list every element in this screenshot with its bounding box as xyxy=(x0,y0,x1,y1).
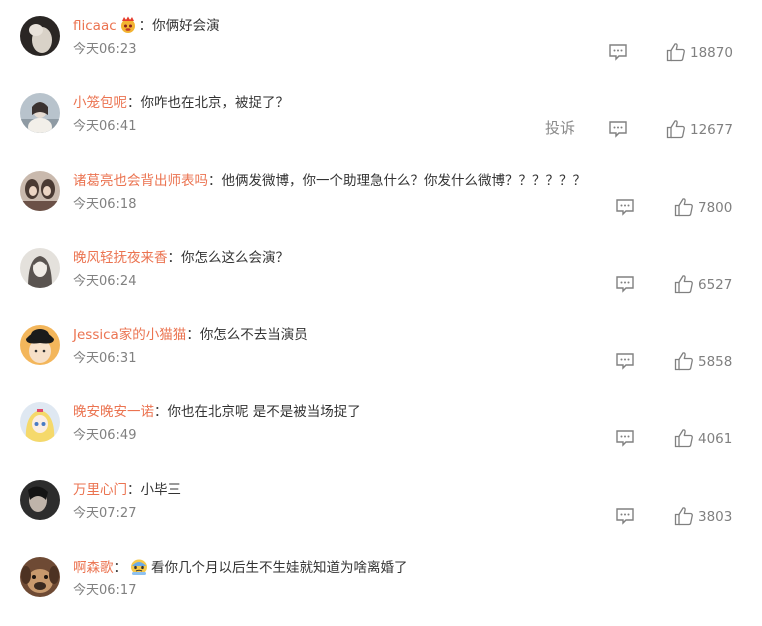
thumbs-up-icon xyxy=(674,351,694,375)
comment-item: 晚风轻抚夜来香：你怎么这么会演？ 今天06:24 6527 xyxy=(0,247,762,317)
separator: ： xyxy=(208,173,222,189)
comment-item: 小笼包呢：你咋也在北京，被捉了？ 今天06:41 投诉 12677 xyxy=(0,92,762,162)
comment-text: 小毕三 xyxy=(140,482,182,498)
like-count: 18870 xyxy=(690,45,733,61)
username-link[interactable]: Jessica家的小猫猫 xyxy=(73,327,186,343)
username-link[interactable]: 诸葛亮也会背出师表吗 xyxy=(73,173,208,189)
separator: ： xyxy=(138,18,153,34)
timestamp: 今天06:31 xyxy=(73,351,137,366)
comment-text: 他俩发微博，你一个助理急什么？你发什么微博？？？？？？ xyxy=(221,173,587,189)
separator: ： xyxy=(167,250,182,266)
comment-text: 你咋也在北京，被捉了？ xyxy=(140,95,290,111)
timestamp: 今天06:49 xyxy=(73,428,137,443)
comment-bubble-icon[interactable] xyxy=(608,120,628,138)
timestamp: 今天06:24 xyxy=(73,274,137,289)
thumbs-up-icon xyxy=(674,197,694,221)
crown-face-emoji-icon xyxy=(119,16,137,41)
username-link[interactable]: 晚安晚安一诺 xyxy=(73,404,154,420)
comment-line: 诸葛亮也会背出师表吗：他俩发微博，你一个助理急什么？你发什么微博？？？？？？ xyxy=(73,170,586,192)
username-link[interactable]: 晚风轻抚夜来香 xyxy=(73,250,168,266)
comment-item: flicaac ：你俩好会演 今天06:23 18870 xyxy=(0,15,762,85)
username-link[interactable]: 小笼包呢 xyxy=(73,95,127,111)
avatar[interactable] xyxy=(20,402,60,442)
comment-item: 晚安晚安一诺：你也在北京呢 是不是被当场捉了 今天06:49 4061 xyxy=(0,401,762,471)
like-count: 6527 xyxy=(698,277,733,293)
like-count: 4061 xyxy=(698,431,733,447)
like-count: 5858 xyxy=(698,354,733,370)
avatar[interactable] xyxy=(20,248,60,288)
timestamp: 今天06:17 xyxy=(73,583,137,598)
comment-line: 万里心门：小毕三 xyxy=(73,479,181,501)
comment-item: 万里心门：小毕三 今天07:27 3803 xyxy=(0,479,762,549)
thumbs-up-icon xyxy=(674,506,694,530)
avatar[interactable] xyxy=(20,557,60,597)
avatar[interactable] xyxy=(20,16,60,56)
avatar[interactable] xyxy=(20,480,60,520)
comment-item: Jessica家的小猫猫：你怎么不去当演员 今天06:31 5858 xyxy=(0,324,762,394)
avatar[interactable] xyxy=(20,93,60,133)
timestamp: 今天06:41 xyxy=(73,119,137,134)
username-link[interactable]: 啊森歌 xyxy=(73,560,114,576)
avatar[interactable] xyxy=(20,325,60,365)
comment-bubble-icon[interactable] xyxy=(615,429,635,447)
comment-item: 诸葛亮也会背出师表吗：他俩发微博，你一个助理急什么？你发什么微博？？？？？？ 今… xyxy=(0,170,762,240)
username-link[interactable]: 万里心门 xyxy=(73,482,127,498)
like-count: 12677 xyxy=(690,122,733,138)
comment-line: 小笼包呢：你咋也在北京，被捉了？ xyxy=(73,92,289,114)
thumbs-up-icon xyxy=(674,428,694,452)
timestamp: 今天06:23 xyxy=(73,42,137,57)
timestamp: 今天06:18 xyxy=(73,197,137,212)
comment-line: 啊森歌： 看你几个月以后生不生娃就知道为啥离婚了 xyxy=(73,556,408,578)
comment-bubble-icon[interactable] xyxy=(615,507,635,525)
sweat-face-emoji-icon xyxy=(129,556,149,583)
avatar[interactable] xyxy=(20,171,60,211)
username-link[interactable]: flicaac xyxy=(73,18,117,34)
thumbs-up-icon xyxy=(674,274,694,298)
comment-line: 晚安晚安一诺：你也在北京呢 是不是被当场捉了 xyxy=(73,401,361,423)
comment-bubble-icon[interactable] xyxy=(615,198,635,216)
separator: ： xyxy=(127,95,141,111)
comment-text: 你怎么这么会演？ xyxy=(181,250,289,266)
comment-text: 你俩好会演 xyxy=(152,18,220,34)
report-button[interactable]: 投诉 xyxy=(545,118,575,138)
comment-bubble-icon[interactable] xyxy=(608,43,628,61)
comment-line: flicaac ：你俩好会演 xyxy=(73,15,220,37)
separator: ： xyxy=(127,482,141,498)
like-count: 7800 xyxy=(698,200,733,216)
comment-line: 晚风轻抚夜来香：你怎么这么会演？ xyxy=(73,247,289,269)
like-count: 3803 xyxy=(698,509,733,525)
comment-text: 你也在北京呢 是不是被当场捉了 xyxy=(167,404,361,420)
thumbs-up-icon xyxy=(666,119,686,143)
timestamp: 今天07:27 xyxy=(73,506,137,521)
comment-line: Jessica家的小猫猫：你怎么不去当演员 xyxy=(73,324,308,346)
comment-text: 看你几个月以后生不生娃就知道为啥离婚了 xyxy=(151,560,408,576)
comment-bubble-icon[interactable] xyxy=(615,275,635,293)
comment-bubble-icon[interactable] xyxy=(615,352,635,370)
thumbs-up-icon xyxy=(666,42,686,66)
separator: ： xyxy=(186,327,200,343)
comment-text: 你怎么不去当演员 xyxy=(199,327,308,343)
separator: ： xyxy=(154,404,168,420)
comment-item: 啊森歌： 看你几个月以后生不生娃就知道为啥离婚了 今天06:17 xyxy=(0,556,762,626)
separator: ： xyxy=(113,560,128,576)
